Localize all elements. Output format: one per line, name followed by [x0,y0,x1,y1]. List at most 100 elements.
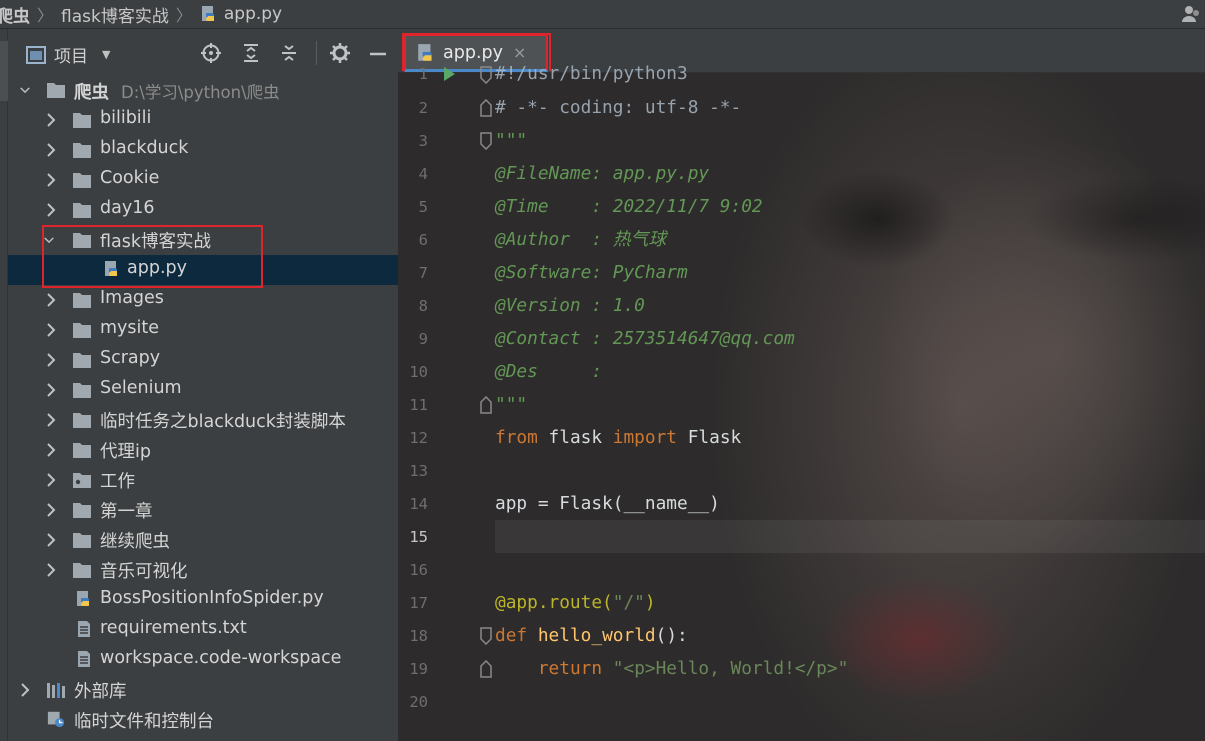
chevron-right-icon[interactable] [46,113,56,127]
tree-item-folder[interactable]: 代理ip [8,435,398,465]
chevron-down-icon[interactable] [20,83,30,97]
chevron-right-icon[interactable] [46,533,56,547]
tree-item-label: 外部库 [74,682,127,702]
tree-item-file[interactable]: app.py [8,255,398,285]
tree-root-item[interactable]: 爬虫 D:\学习\python\爬虫 [8,75,398,105]
project-stripe-tab[interactable] [0,41,8,101]
code-line: from flask import Flask [495,421,1205,454]
docstring-line: @FileName: app.py.py [495,163,710,184]
code-line: @FileName: app.py.py [495,157,1205,190]
tree-item-label: Images [100,288,164,308]
line-number: 5 [418,198,428,216]
breadcrumb-item-project[interactable]: 爬虫 [0,2,30,27]
code-line: #!/usr/bin/python3 [495,57,1205,90]
docstring-line: @Author : 热气球 [495,229,667,250]
tree-item-folder[interactable]: Scrapy [8,345,398,375]
tree-item-label: 继续爬虫 [100,532,170,552]
run-icon[interactable] [442,66,456,82]
chevron-right-icon[interactable] [46,563,56,577]
toolbar-divider [316,41,317,65]
tree-item-folder[interactable]: mysite [8,315,398,345]
folder-icon [73,173,91,188]
tree-item-external-libraries[interactable]: 外部库 [8,675,398,705]
docstring-line: @Software: PyCharm [495,262,688,283]
tree-item-folder[interactable]: Images [8,285,398,315]
tree-item-file[interactable]: workspace.code-workspace [8,645,398,675]
imported-name: Flask [677,427,742,448]
project-view-selector[interactable]: 项目 ▼ [26,42,110,67]
tree-item-file[interactable]: requirements.txt [8,615,398,645]
folder-icon [73,113,91,128]
fold-icon[interactable] [479,660,493,678]
line-number: 8 [418,297,428,315]
folder-icon [73,293,91,308]
tree-item-folder[interactable]: bilibili [8,105,398,135]
folder-icon [73,353,91,368]
minimize-icon[interactable] [368,43,388,63]
tree-item-folder[interactable]: Selenium [8,375,398,405]
docstring-delimiter: """ [495,394,528,415]
tree-item-folder[interactable]: 临时任务之blackduck封装脚本 [8,405,398,435]
tree-item-label: Selenium [100,378,182,398]
code-line: """ [495,388,1205,421]
code-line: def hello_world(): [495,619,1205,652]
chevron-right-icon[interactable] [46,473,56,487]
chevron-down-icon[interactable]: ▼ [102,48,110,61]
decorator-close: ) [644,592,656,613]
breadcrumb-item-folder[interactable]: flask博客实战 [61,2,169,27]
fold-icon[interactable] [479,396,493,414]
tree-item-folder[interactable]: 第一章 [8,495,398,525]
chevron-right-icon[interactable] [46,443,56,457]
locate-icon[interactable] [201,43,221,63]
fold-icon[interactable] [479,66,493,84]
keyword-return: return [537,658,603,679]
keyword-from: from [495,427,538,448]
fold-icon[interactable] [479,132,493,150]
tree-item-folder[interactable]: 工作 [8,465,398,495]
fold-icon[interactable] [479,99,493,117]
line-number: 2 [418,99,428,117]
tree-item-label: mysite [100,318,160,338]
folder-icon [73,533,91,548]
code-area[interactable]: #!/usr/bin/python3 # -*- coding: utf-8 -… [495,63,1205,741]
chevron-right-icon[interactable] [46,143,56,157]
folder-icon [73,563,91,578]
string-literal: "/" [612,592,645,613]
tool-window-stripe [0,29,8,741]
chevron-down-icon[interactable] [44,233,54,247]
tree-item-folder[interactable]: flask博客实战 [8,225,398,255]
folder-icon [73,413,91,428]
chevron-right-icon[interactable] [20,683,30,697]
collapse-all-icon[interactable] [279,43,299,63]
chevron-right-icon[interactable] [46,353,56,367]
chevron-right-icon[interactable] [46,203,56,217]
tree-item-scratches[interactable]: 临时文件和控制台 [8,705,398,735]
tree-item-folder[interactable]: day16 [8,195,398,225]
line-number: 7 [418,264,428,282]
code-line: return "<p>Hello, World!</p>" [495,652,1205,685]
tree-item-label: Cookie [100,168,160,188]
breadcrumb-item-file[interactable]: app.py [200,4,282,24]
chevron-right-icon[interactable] [46,173,56,187]
tree-item-folder[interactable]: 继续爬虫 [8,525,398,555]
shebang-comment: #!/usr/bin/python3 [495,63,688,84]
chevron-right-icon[interactable] [46,323,56,337]
function-params: (): [655,625,688,646]
tree-item-folder[interactable]: Cookie [8,165,398,195]
tree-item-folder[interactable]: 音乐可视化 [8,555,398,585]
line-number: 20 [409,693,428,711]
folder-icon [73,443,91,458]
tree-item-file[interactable]: BossPositionInfoSpider.py [8,585,398,615]
code-editor[interactable]: app.py × 1 2 3 4 5 6 7 8 9 10 11 12 13 1… [398,29,1205,741]
user-icon[interactable] [1181,4,1201,24]
fold-icon[interactable] [479,627,493,645]
expand-all-icon[interactable] [241,43,261,63]
chevron-right-icon[interactable] [46,503,56,517]
tree-item-folder[interactable]: blackduck [8,135,398,165]
gear-icon[interactable] [330,43,350,63]
chevron-right-icon[interactable] [46,383,56,397]
chevron-right-icon[interactable] [46,413,56,427]
chevron-right-icon[interactable] [46,293,56,307]
project-tool-window: 项目 ▼ 爬虫 D:\学习\python\爬虫 bilibili blackdu… [8,29,398,741]
line-number: 4 [418,165,428,183]
